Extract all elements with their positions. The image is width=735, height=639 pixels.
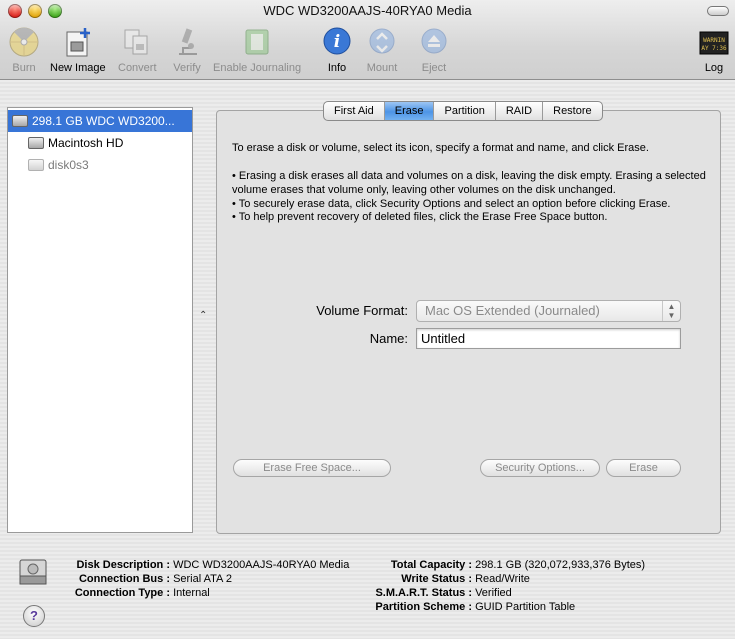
disk-utility-window: WDC WD3200AAJS-40RYA0 Media Burn New Ima… bbox=[0, 0, 735, 639]
device-label: 298.1 GB WDC WD3200... bbox=[32, 114, 175, 128]
connection-type-value: Internal bbox=[173, 587, 210, 599]
tab-restore[interactable]: Restore bbox=[543, 102, 602, 120]
svg-text:AY 7:36: AY 7:36 bbox=[701, 45, 727, 52]
info-icon: i bbox=[321, 26, 353, 58]
mount-icon bbox=[366, 26, 398, 58]
split-view-handle[interactable]: ⌃ bbox=[199, 310, 207, 321]
help-button[interactable]: ? bbox=[23, 605, 45, 627]
chevron-up-down-icon: ▲ ▼ bbox=[662, 301, 680, 321]
info-button[interactable]: i Info bbox=[321, 26, 353, 74]
svg-text:WARNIN: WARNIN bbox=[703, 37, 725, 44]
info-label: Info bbox=[327, 62, 347, 74]
device-item-disk[interactable]: 298.1 GB WDC WD3200... bbox=[8, 110, 192, 132]
mount-label: Mount bbox=[366, 62, 398, 74]
device-list[interactable]: 298.1 GB WDC WD3200... Macintosh HD disk… bbox=[7, 107, 193, 533]
partition-scheme-label: Partition Scheme : bbox=[375, 601, 472, 613]
tab-erase[interactable]: Erase bbox=[384, 102, 435, 120]
volume-icon bbox=[28, 135, 44, 151]
details-left: Disk Description : WDC WD3200AAJS-40RYA0… bbox=[60, 558, 349, 600]
burn-label: Burn bbox=[12, 62, 36, 74]
eject-icon bbox=[418, 26, 450, 58]
total-capacity-value: 298.1 GB (320,072,933,376 Bytes) bbox=[475, 559, 646, 571]
erase-note-2: • To securely erase data, click Security… bbox=[232, 197, 671, 210]
write-status-label: Write Status : bbox=[401, 573, 472, 585]
connection-bus-label: Connection Bus : bbox=[78, 573, 170, 585]
device-item-disk0s3[interactable]: disk0s3 bbox=[8, 154, 192, 176]
enable-journaling-button[interactable]: Enable Journaling bbox=[213, 26, 301, 74]
smart-status-label: S.M.A.R.T. Status : bbox=[375, 587, 472, 599]
name-field[interactable]: Untitled bbox=[416, 328, 681, 349]
toolbar-toggle-button[interactable] bbox=[707, 6, 729, 16]
eject-button[interactable]: Eject bbox=[418, 26, 450, 74]
volume-format-label: Volume Format: bbox=[316, 303, 408, 318]
burn-icon bbox=[8, 26, 40, 58]
name-label: Name: bbox=[369, 331, 408, 346]
journal-icon bbox=[241, 26, 273, 58]
convert-icon bbox=[121, 26, 153, 58]
erase-note-3: • To help prevent recovery of deleted fi… bbox=[232, 211, 608, 224]
tab-raid[interactable]: RAID bbox=[496, 102, 544, 120]
security-options-button[interactable]: Security Options... bbox=[480, 459, 600, 477]
convert-button[interactable]: Convert bbox=[118, 26, 157, 74]
disk-description-value: WDC WD3200AAJS-40RYA0 Media bbox=[173, 559, 350, 571]
erase-notes: • Erasing a disk erases all data and vol… bbox=[232, 170, 712, 225]
device-label: disk0s3 bbox=[48, 158, 89, 172]
mount-button[interactable]: Mount bbox=[366, 26, 398, 74]
verify-button[interactable]: Verify bbox=[171, 26, 203, 74]
device-label: Macintosh HD bbox=[48, 136, 124, 150]
smart-status-value: Verified bbox=[475, 587, 512, 599]
new-image-icon bbox=[62, 26, 94, 58]
hard-disk-icon bbox=[12, 113, 28, 129]
log-label: Log bbox=[704, 62, 724, 74]
verify-label: Verify bbox=[173, 62, 201, 74]
tab-bar: First Aid Erase Partition RAID Restore bbox=[323, 101, 603, 121]
total-capacity-label: Total Capacity : bbox=[390, 559, 472, 571]
title-bar: WDC WD3200AAJS-40RYA0 Media Burn New Ima… bbox=[0, 0, 735, 80]
volume-format-value: Mac OS Extended (Journaled) bbox=[425, 303, 600, 318]
convert-label: Convert bbox=[118, 62, 157, 74]
window-title: WDC WD3200AAJS-40RYA0 Media bbox=[263, 3, 472, 18]
burn-button[interactable]: Burn bbox=[8, 26, 40, 74]
new-image-label: New Image bbox=[50, 62, 106, 74]
disk-drive-icon bbox=[19, 556, 47, 588]
volume-format-select[interactable]: Mac OS Extended (Journaled) ▲ ▼ bbox=[416, 300, 681, 322]
log-button[interactable]: WARNIN AY 7:36 Log bbox=[699, 26, 729, 74]
volume-icon bbox=[28, 157, 44, 173]
erase-free-space-button[interactable]: Erase Free Space... bbox=[233, 459, 391, 477]
erase-button[interactable]: Erase bbox=[606, 459, 681, 477]
eject-label: Eject bbox=[421, 62, 447, 74]
microscope-icon bbox=[171, 26, 203, 58]
partition-scheme-value: GUID Partition Table bbox=[475, 601, 576, 613]
enable-journaling-label: Enable Journaling bbox=[213, 62, 302, 74]
tab-first-aid[interactable]: First Aid bbox=[324, 102, 385, 120]
details-right: Total Capacity : 298.1 GB (320,072,933,3… bbox=[358, 558, 645, 614]
svg-text:i: i bbox=[334, 32, 340, 52]
erase-instructions: To erase a disk or volume, select its ic… bbox=[232, 142, 649, 154]
connection-bus-value: Serial ATA 2 bbox=[173, 573, 232, 585]
device-item-macintosh-hd[interactable]: Macintosh HD bbox=[8, 132, 192, 154]
write-status-value: Read/Write bbox=[475, 573, 530, 585]
erase-note-1: • Erasing a disk erases all data and vol… bbox=[232, 170, 706, 196]
tab-partition[interactable]: Partition bbox=[434, 102, 496, 120]
new-image-button[interactable]: New Image bbox=[50, 26, 106, 74]
log-icon: WARNIN AY 7:36 bbox=[699, 26, 729, 58]
disk-description-label: Disk Description : bbox=[76, 559, 170, 571]
connection-type-label: Connection Type : bbox=[74, 587, 170, 599]
